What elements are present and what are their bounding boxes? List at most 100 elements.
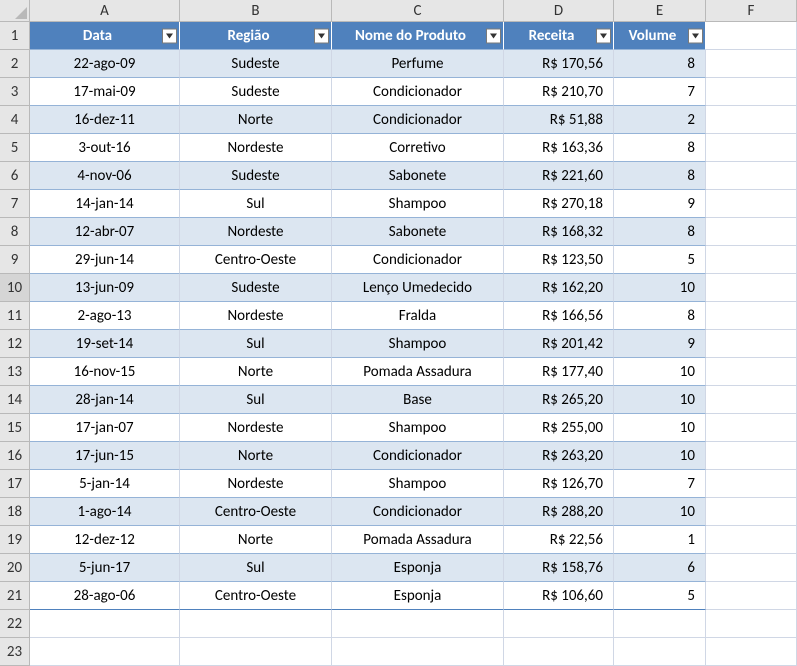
cell-A13[interactable]: 16-nov-15 [30, 358, 180, 386]
cell-B22[interactable] [180, 610, 332, 638]
cell-B8[interactable]: Nordeste [180, 218, 332, 246]
row-header-15[interactable]: 15 [0, 414, 30, 442]
cell-A20[interactable]: 5-jun-17 [30, 554, 180, 582]
cell-B19[interactable]: Norte [180, 526, 332, 554]
cell-A17[interactable]: 5-jan-14 [30, 470, 180, 498]
cell-D4[interactable]: R$ 51,88 [504, 106, 614, 134]
cell-E5[interactable]: 8 [614, 134, 706, 162]
column-header-A[interactable]: A [30, 0, 180, 22]
cell-F1[interactable] [706, 22, 797, 50]
cell-F9[interactable] [706, 246, 797, 274]
cell-E12[interactable]: 9 [614, 330, 706, 358]
cell-C19[interactable]: Pomada Assadura [332, 526, 504, 554]
cell-C7[interactable]: Shampoo [332, 190, 504, 218]
cell-D11[interactable]: R$ 166,56 [504, 302, 614, 330]
cell-F10[interactable] [706, 274, 797, 302]
table-header-B[interactable]: Região [180, 22, 332, 50]
row-header-11[interactable]: 11 [0, 302, 30, 330]
row-header-4[interactable]: 4 [0, 106, 30, 134]
cell-A19[interactable]: 12-dez-12 [30, 526, 180, 554]
row-header-17[interactable]: 17 [0, 470, 30, 498]
row-header-2[interactable]: 2 [0, 50, 30, 78]
cell-A10[interactable]: 13-jun-09 [30, 274, 180, 302]
cell-F13[interactable] [706, 358, 797, 386]
cell-B2[interactable]: Sudeste [180, 50, 332, 78]
row-header-9[interactable]: 9 [0, 246, 30, 274]
cell-D15[interactable]: R$ 255,00 [504, 414, 614, 442]
row-header-1[interactable]: 1 [0, 22, 30, 50]
cell-F6[interactable] [706, 162, 797, 190]
cell-E3[interactable]: 7 [614, 78, 706, 106]
cell-F3[interactable] [706, 78, 797, 106]
cell-D3[interactable]: R$ 210,70 [504, 78, 614, 106]
cell-F20[interactable] [706, 554, 797, 582]
cell-E11[interactable]: 8 [614, 302, 706, 330]
cell-B23[interactable] [180, 638, 332, 666]
cell-D2[interactable]: R$ 170,56 [504, 50, 614, 78]
table-resize-handle[interactable] [700, 604, 706, 610]
cell-D18[interactable]: R$ 288,20 [504, 498, 614, 526]
cell-E22[interactable] [614, 610, 706, 638]
cell-F17[interactable] [706, 470, 797, 498]
cell-A11[interactable]: 2-ago-13 [30, 302, 180, 330]
cell-C23[interactable] [332, 638, 504, 666]
cell-D9[interactable]: R$ 123,50 [504, 246, 614, 274]
cell-A18[interactable]: 1-ago-14 [30, 498, 180, 526]
cell-C3[interactable]: Condicionador [332, 78, 504, 106]
cell-B18[interactable]: Centro-Oeste [180, 498, 332, 526]
cell-A14[interactable]: 28-jan-14 [30, 386, 180, 414]
cell-A7[interactable]: 14-jan-14 [30, 190, 180, 218]
cell-E15[interactable]: 10 [614, 414, 706, 442]
cell-E6[interactable]: 8 [614, 162, 706, 190]
cell-D12[interactable]: R$ 201,42 [504, 330, 614, 358]
cell-D21[interactable]: R$ 106,60 [504, 582, 614, 610]
filter-button-E[interactable] [688, 28, 703, 43]
cell-A5[interactable]: 3-out-16 [30, 134, 180, 162]
cell-F2[interactable] [706, 50, 797, 78]
cell-E2[interactable]: 8 [614, 50, 706, 78]
cell-F16[interactable] [706, 442, 797, 470]
column-header-E[interactable]: E [614, 0, 706, 22]
cell-C14[interactable]: Base [332, 386, 504, 414]
cell-E4[interactable]: 2 [614, 106, 706, 134]
cell-C21[interactable]: Esponja [332, 582, 504, 610]
cell-D17[interactable]: R$ 126,70 [504, 470, 614, 498]
cell-F21[interactable] [706, 582, 797, 610]
cell-A9[interactable]: 29-jun-14 [30, 246, 180, 274]
cell-C4[interactable]: Condicionador [332, 106, 504, 134]
row-header-5[interactable]: 5 [0, 134, 30, 162]
cell-B10[interactable]: Sudeste [180, 274, 332, 302]
row-header-14[interactable]: 14 [0, 386, 30, 414]
cell-F15[interactable] [706, 414, 797, 442]
row-header-10[interactable]: 10 [0, 274, 30, 302]
column-header-F[interactable]: F [706, 0, 797, 22]
cell-F5[interactable] [706, 134, 797, 162]
cell-F7[interactable] [706, 190, 797, 218]
cell-C8[interactable]: Sabonete [332, 218, 504, 246]
cell-C18[interactable]: Condicionador [332, 498, 504, 526]
cell-E16[interactable]: 10 [614, 442, 706, 470]
cell-B20[interactable]: Sul [180, 554, 332, 582]
row-header-12[interactable]: 12 [0, 330, 30, 358]
table-header-E[interactable]: Volume [614, 22, 706, 50]
cell-B7[interactable]: Sul [180, 190, 332, 218]
cell-E23[interactable] [614, 638, 706, 666]
filter-button-C[interactable] [486, 28, 501, 43]
cell-D19[interactable]: R$ 22,56 [504, 526, 614, 554]
cell-E18[interactable]: 10 [614, 498, 706, 526]
cell-A23[interactable] [30, 638, 180, 666]
row-header-21[interactable]: 21 [0, 582, 30, 610]
cell-F4[interactable] [706, 106, 797, 134]
cell-D14[interactable]: R$ 265,20 [504, 386, 614, 414]
row-header-23[interactable]: 23 [0, 638, 30, 666]
cell-B14[interactable]: Sul [180, 386, 332, 414]
cell-C22[interactable] [332, 610, 504, 638]
cell-D8[interactable]: R$ 168,32 [504, 218, 614, 246]
filter-button-A[interactable] [162, 28, 177, 43]
row-header-3[interactable]: 3 [0, 78, 30, 106]
cell-C9[interactable]: Condicionador [332, 246, 504, 274]
cell-A4[interactable]: 16-dez-11 [30, 106, 180, 134]
cell-B15[interactable]: Nordeste [180, 414, 332, 442]
row-header-13[interactable]: 13 [0, 358, 30, 386]
cell-A15[interactable]: 17-jan-07 [30, 414, 180, 442]
